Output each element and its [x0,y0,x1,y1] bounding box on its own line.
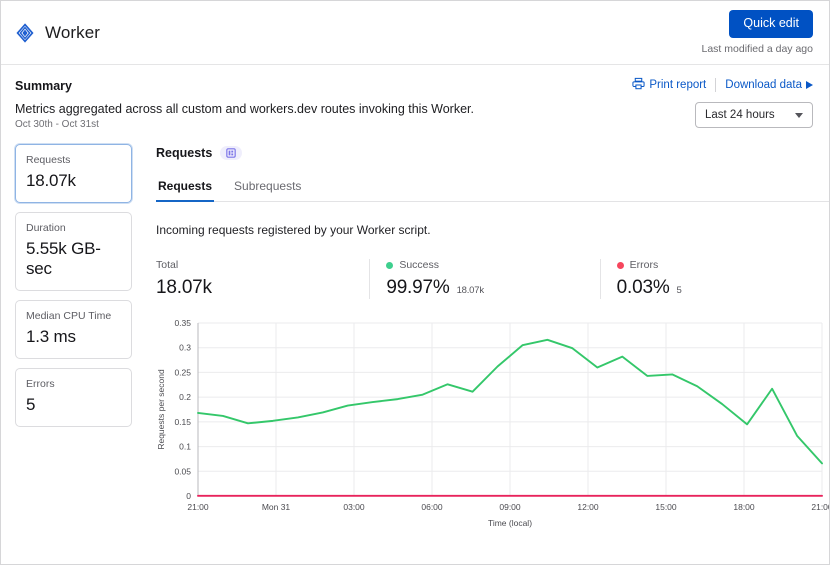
metric-value: 1.3 ms [26,327,76,346]
stat-label: Total [156,259,179,271]
time-range-value: Last 24 hours [705,109,775,121]
stat-subvalue: 5 [676,285,682,296]
summary-date-range: Oct 30th - Oct 31st [15,119,99,130]
metric-card-median-cpu-time[interactable]: Median CPU Time 1.3 ms [15,300,132,359]
stat-value: 0.03% [616,277,670,298]
stat-header: Total [156,259,369,271]
panel-title: Requests [156,146,213,160]
last-modified-text: Last modified a day ago [701,42,814,55]
print-report-label: Print report [649,79,707,91]
y-axis-tick: 0.1 [179,442,191,452]
requests-panel: Requests Requests Subrequests Incoming r… [132,140,830,533]
metric-value: 5.55k GB-sec [26,239,101,278]
y-axis-tick: 0.2 [179,392,191,402]
tab-subrequests[interactable]: Subrequests [232,173,303,202]
stat-value: 18.07k [156,277,212,298]
x-axis-tick: Mon 31 [262,502,291,512]
panel-header: Requests [156,140,829,160]
error-dot-icon [616,261,624,269]
success-dot-icon [386,261,394,269]
metric-value: 5 [26,395,36,414]
stat-total: Total 18.07k [156,259,369,299]
stat-label: Errors [629,259,659,271]
content-area: Requests 18.07k Duration 5.55k GB-sec Me… [1,140,829,533]
action-divider [715,78,717,92]
metric-label: Duration [26,222,66,234]
metric-card-list: Requests 18.07k Duration 5.55k GB-sec Me… [15,140,132,533]
panel-description: Incoming requests registered by your Wor… [156,223,431,237]
stat-value-row: 99.97% 18.07k [386,277,599,299]
workers-diamond-icon [15,22,35,43]
download-data-button[interactable]: Download data [725,79,813,91]
x-axis-tick: 15:00 [655,502,677,512]
y-axis-tick: 0.3 [179,343,191,353]
stat-label: Success [399,259,440,271]
x-axis-tick: 03:00 [343,502,365,512]
y-axis-title: Requests per second [156,369,166,450]
stat-header: Success [386,259,599,271]
chevron-down-icon [795,112,803,118]
stat-success: Success 99.97% 18.07k [369,259,599,299]
y-axis-tick: 0.35 [174,318,191,328]
download-data-label: Download data [725,79,802,91]
printer-icon [632,77,645,93]
x-axis-title: Time (local) [488,518,532,528]
metric-value: 18.07k [26,171,76,190]
x-axis-tick: 21:00 [187,502,209,512]
y-axis-tick: 0 [186,491,191,501]
metric-label: Requests [26,154,71,166]
stats-row: Total 18.07k Success 99.97% 18.07k Error… [156,259,829,299]
x-axis-tick: 21:00 [811,502,830,512]
page-header: Worker Quick edit Last modified a day ag… [1,1,829,65]
stat-subvalue: 18.07k [456,285,485,296]
panel-tabs: Requests Subrequests [156,173,829,202]
stat-header: Errors [616,259,829,271]
worker-analytics-page: Worker Quick edit Last modified a day ag… [0,0,830,565]
summary-section: Summary Metrics aggregated across all cu… [1,65,829,140]
tab-requests[interactable]: Requests [156,173,215,202]
summary-description: Metrics aggregated across all custom and… [15,102,474,116]
metric-label: Errors [26,378,55,390]
requests-line-chart: 0 0.05 0.1 0.15 0.2 0.25 0.3 0.35 21:00 Mon 31 03:… [156,318,830,528]
metric-card-requests[interactable]: Requests 18.07k [15,144,132,203]
y-axis-tick: 0.25 [174,367,191,377]
requests-chart: 0 0.05 0.1 0.15 0.2 0.25 0.3 0.35 21:00 Mon 31 03:… [150,313,830,533]
metric-card-errors[interactable]: Errors 5 [15,368,132,427]
metric-label: Median CPU Time [26,310,112,322]
play-triangle-icon [806,81,813,89]
stat-value-row: 0.03% 5 [616,277,829,299]
stat-value-row: 18.07k [156,277,369,299]
quick-edit-button[interactable]: Quick edit [729,10,813,38]
y-axis-tick: 0.15 [174,417,191,427]
brand: Worker [15,23,100,43]
stat-value: 99.97% [386,277,450,298]
x-axis-tick: 12:00 [577,502,599,512]
time-range-select[interactable]: Last 24 hours [695,102,813,128]
chart-badge-icon [220,146,243,160]
page-title: Worker [45,22,101,42]
stat-errors: Errors 0.03% 5 [599,259,829,299]
x-axis-tick: 06:00 [421,502,443,512]
metric-card-duration[interactable]: Duration 5.55k GB-sec [15,212,132,291]
x-axis-tick: 18:00 [733,502,755,512]
print-report-button[interactable]: Print report [632,77,706,93]
x-axis-tick: 09:00 [499,502,521,512]
y-axis-tick: 0.05 [174,466,191,476]
summary-actions: Print report Download data [632,77,813,93]
header-actions: Quick edit Last modified a day ago [701,10,814,55]
